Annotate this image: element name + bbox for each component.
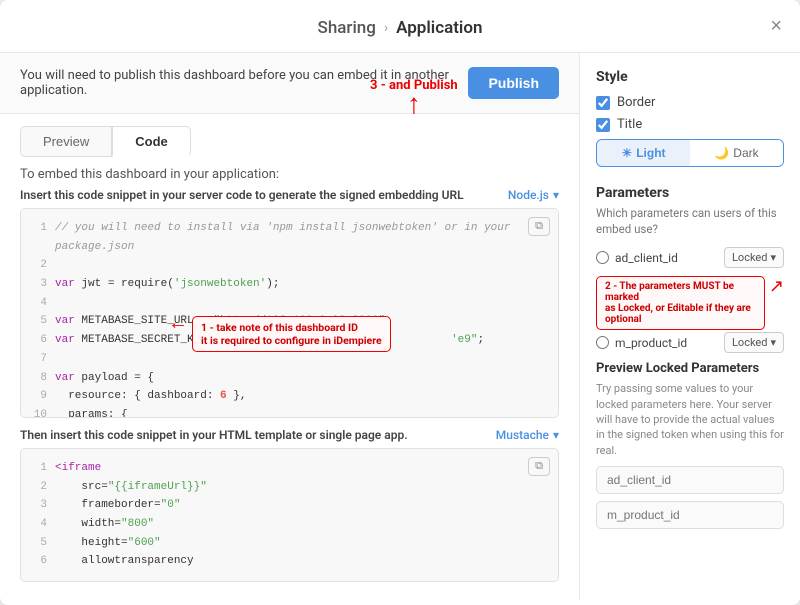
breadcrumb-arrow: › [384,20,388,36]
copy-html-code-button[interactable]: ⧉ [528,457,550,476]
server-code-section: Insert this code snippet in your server … [0,188,579,428]
border-checkbox[interactable] [596,96,610,110]
publish-bar-text: You will need to publish this dashboard … [20,68,468,98]
embed-info: To embed this dashboard in your applicat… [0,157,579,188]
preview-locked-title: Preview Locked Parameters [596,361,784,376]
param-radio-1[interactable] [596,336,609,349]
locked-input-0[interactable] [596,466,784,494]
title-label: Title [617,117,642,132]
param-row-0: ad_client_id Locked ▾ [596,247,784,268]
title-checkbox[interactable] [596,118,610,132]
tabs-row: Preview Code [0,114,579,157]
sharing-modal: Sharing › Application × You will need to… [0,0,800,605]
dark-icon: 🌙 [714,146,729,160]
html-code-wrapper: ⧉ 1<iframe 2 src="{{iframeUrl}}" 3 frame… [20,448,559,582]
locked-input-1[interactable] [596,501,784,529]
breadcrumb-current: Application [396,18,482,38]
parameters-title: Parameters [596,185,784,201]
param-lock-1[interactable]: Locked ▾ [724,332,784,353]
html-lang-selector[interactable]: Mustache ▾ [496,428,559,442]
publish-button[interactable]: Publish [468,67,559,99]
publish-bar: You will need to publish this dashboard … [0,53,579,114]
param-name-0: ad_client_id [615,251,718,265]
theme-toggle: ☀ Light 🌙 Dark [596,139,784,167]
param-row-1: m_product_id Locked ▾ [596,332,784,353]
modal-header: Sharing › Application × [0,0,800,53]
theme-dark-button[interactable]: 🌙 Dark [690,140,783,166]
title-checkbox-row: Title [596,117,784,132]
theme-light-button[interactable]: ☀ Light [597,140,690,166]
style-title: Style [596,69,784,85]
tab-preview[interactable]: Preview [20,126,112,157]
right-panel: Style Border Title ☀ Light 🌙 Dark [580,53,800,600]
border-label: Border [617,95,655,110]
breadcrumb-sharing: Sharing [318,18,376,38]
server-code-block: ⧉ 1// you will need to install via 'npm … [20,208,559,418]
light-icon: ☀ [621,146,632,160]
copy-server-code-button[interactable]: ⧉ [528,217,550,236]
preview-locked-desc: Try passing some values to your locked p… [596,381,784,458]
modal-body: You will need to publish this dashboard … [0,53,800,600]
parameters-desc: Which parameters can users of this embed… [596,205,784,237]
html-code-section: Then insert this code snippet in your HT… [0,428,579,592]
server-code-wrapper: ⧉ 1// you will need to install via 'npm … [20,208,559,418]
border-checkbox-row: Border [596,95,784,110]
close-button[interactable]: × [770,16,782,36]
annotation-2: 2 - The parameters MUST be marked as Loc… [596,276,765,330]
html-code-title: Then insert this code snippet in your HT… [20,428,559,442]
breadcrumb: Sharing › Application [318,18,483,38]
param-radio-0[interactable] [596,251,609,264]
server-code-title: Insert this code snippet in your server … [20,188,559,202]
html-code-block: ⧉ 1<iframe 2 src="{{iframeUrl}}" 3 frame… [20,448,559,582]
main-panel: You will need to publish this dashboard … [0,53,580,600]
tab-code[interactable]: Code [112,126,191,157]
param-lock-0[interactable]: Locked ▾ [724,247,784,268]
lang-selector[interactable]: Node.js ▾ [508,188,559,202]
param-name-1: m_product_id [615,336,718,350]
